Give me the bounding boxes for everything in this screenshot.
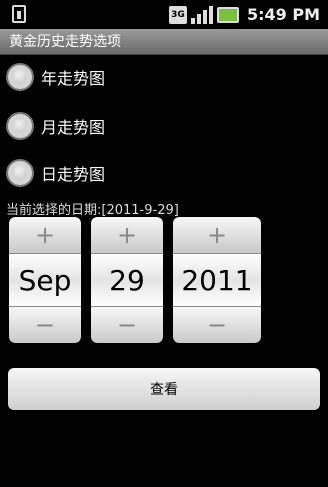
radio-label: 月走势图 — [41, 118, 106, 137]
radio-option-month[interactable]: 月走势图 — [6, 108, 105, 144]
day-increment-button[interactable]: + — [91, 217, 163, 253]
status-bar: 3G 5:49 PM — [0, 0, 328, 29]
year-increment-button[interactable]: + — [173, 217, 261, 253]
day-decrement-button[interactable]: − — [91, 307, 163, 343]
radio-button-icon[interactable] — [6, 159, 34, 187]
month-picker: + Sep − — [9, 217, 81, 343]
selected-date-label: 当前选择的日期:[2011-9-29] — [6, 203, 179, 218]
status-time: 5:49 PM — [246, 5, 320, 24]
radio-label: 年走势图 — [41, 69, 106, 88]
month-value[interactable]: Sep — [9, 253, 81, 307]
year-picker: + 2011 − — [173, 217, 261, 343]
radio-button-icon[interactable] — [6, 63, 34, 91]
radio-button-icon[interactable] — [6, 112, 34, 140]
month-increment-button[interactable]: + — [9, 217, 81, 253]
view-button[interactable]: 查看 — [8, 368, 320, 410]
battery-icon — [216, 6, 239, 23]
day-picker: + 29 − — [91, 217, 163, 343]
radio-option-day[interactable]: 日走势图 — [6, 155, 105, 191]
year-decrement-button[interactable]: − — [173, 307, 261, 343]
month-decrement-button[interactable]: − — [9, 307, 81, 343]
radio-label: 日走势图 — [41, 165, 106, 184]
sim-card-icon — [12, 5, 26, 23]
signal-icon — [190, 5, 213, 24]
app-title: 黄金历史走势选项 — [0, 29, 328, 55]
radio-option-year[interactable]: 年走势图 — [6, 59, 105, 95]
network-3g-icon: 3G — [168, 5, 187, 24]
year-value[interactable]: 2011 — [173, 253, 261, 307]
day-value[interactable]: 29 — [91, 253, 163, 307]
